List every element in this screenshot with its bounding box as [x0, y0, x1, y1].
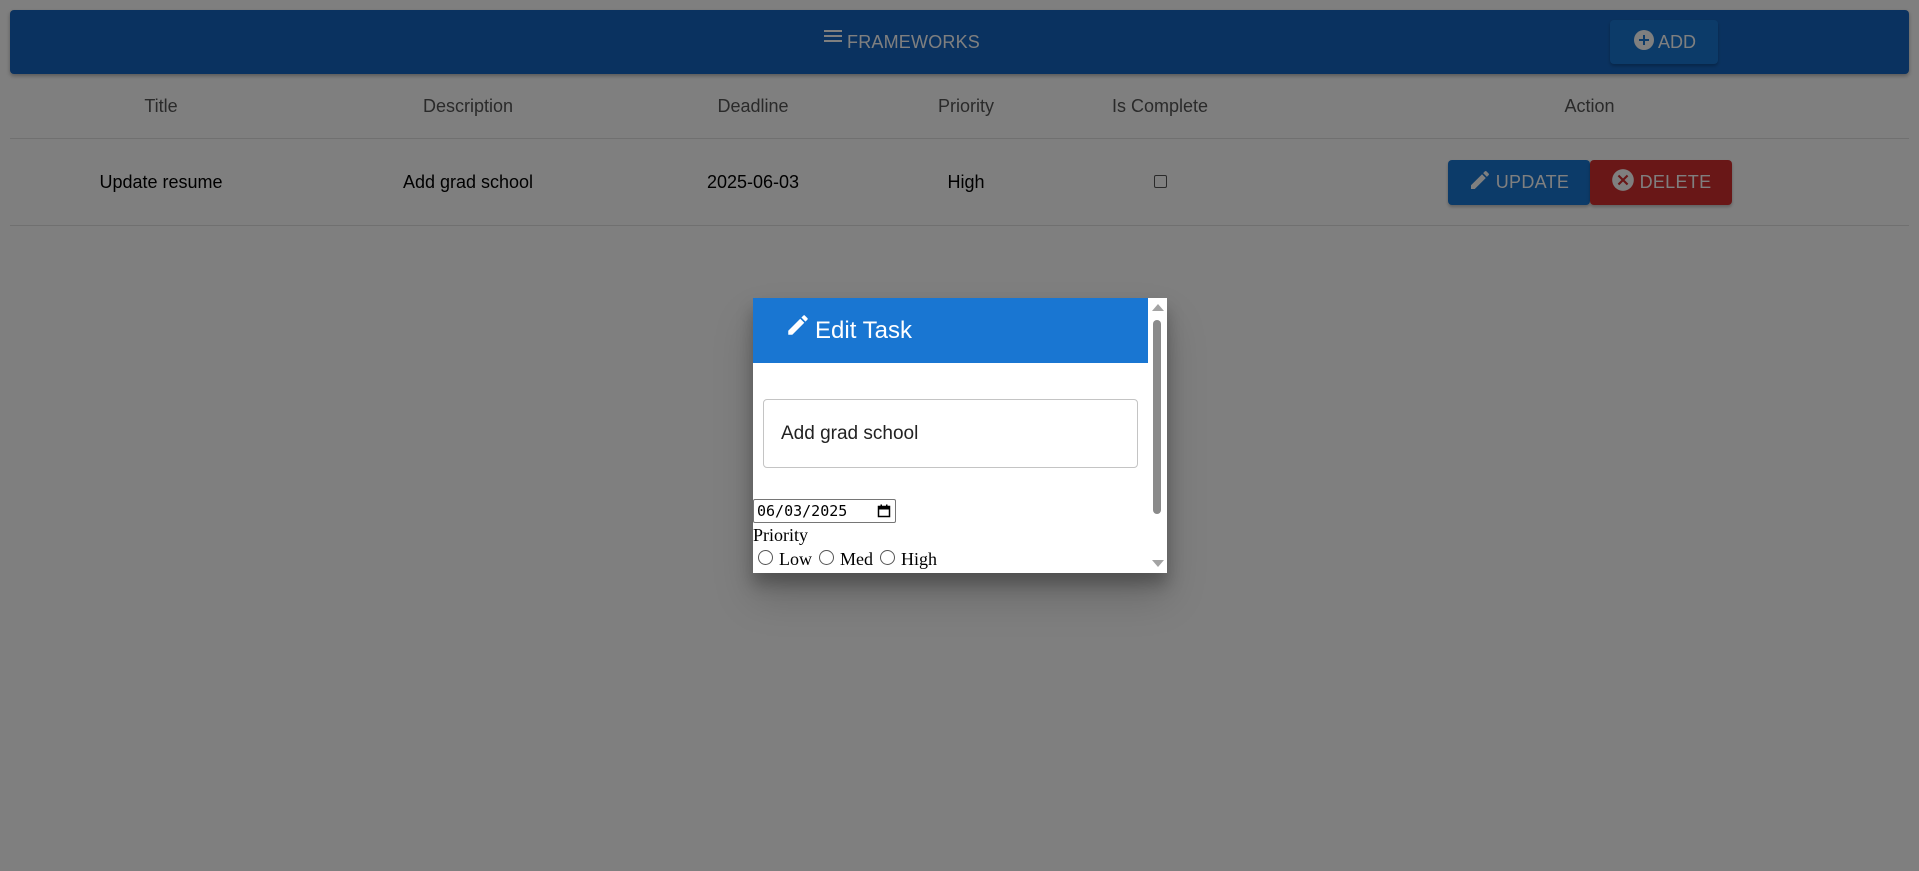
dialog-scrollbar[interactable] — [1148, 298, 1167, 573]
priority-radio-med[interactable] — [819, 550, 834, 565]
dialog-header: Edit Task — [753, 298, 1148, 363]
deadline-date-input[interactable]: 06/03/2025 — [753, 499, 896, 523]
dialog-title: Edit Task — [815, 316, 912, 344]
priority-option-high: High — [901, 549, 937, 569]
scroll-down-arrow-icon[interactable] — [1152, 560, 1164, 567]
priority-label: Priority — [753, 525, 809, 545]
calendar-icon[interactable] — [877, 504, 891, 522]
edit-task-dialog: Edit Task Add grad school 06/03/2025 Pri… — [753, 298, 1167, 573]
date-input-value: 06/03/2025 — [757, 502, 848, 520]
priority-radio-low[interactable] — [758, 550, 773, 565]
priority-radio-high[interactable] — [880, 550, 895, 565]
priority-option-med: Med — [840, 549, 873, 569]
description-input-value: Add grad school — [781, 422, 919, 444]
page: FRAMEWORKS ADD Title Description Deadlin… — [0, 0, 1919, 871]
scroll-up-arrow-icon[interactable] — [1152, 304, 1164, 311]
dialog-content: Edit Task Add grad school 06/03/2025 Pri… — [753, 298, 1148, 573]
priority-option-low: Low — [779, 549, 812, 569]
scrollbar-thumb[interactable] — [1153, 320, 1161, 514]
priority-radio-group: Low Med High — [753, 549, 939, 570]
pencil-icon — [753, 315, 815, 343]
description-input[interactable]: Add grad school — [763, 399, 1138, 468]
